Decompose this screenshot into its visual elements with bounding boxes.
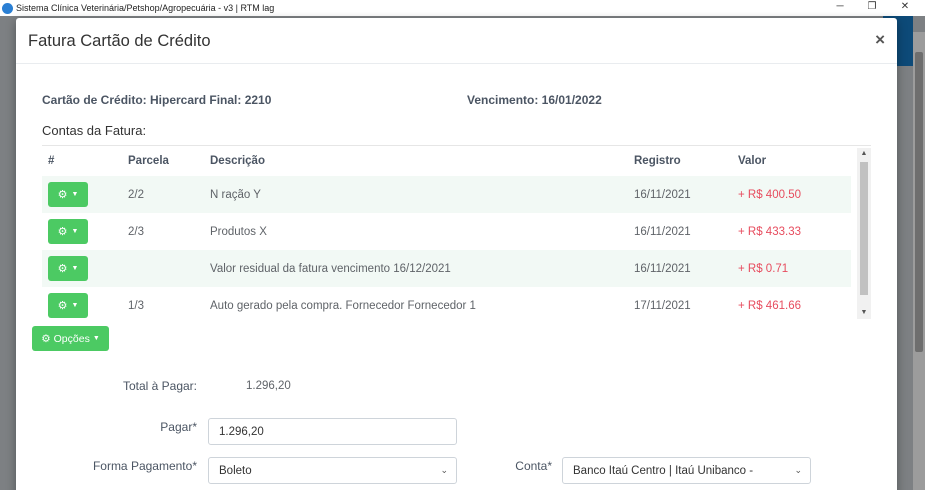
row-actions-cell: ⚙ ▼ — [42, 176, 122, 213]
chevron-down-icon: ⌄ — [440, 465, 448, 475]
total-value: 1.296,20 — [246, 380, 291, 392]
contas-table-wrap: # Parcela Descrição Registro Valor ⚙ ▼ 2/… — [42, 145, 871, 320]
table-scrollbar[interactable]: ▲ ▼ — [857, 148, 871, 319]
row-actions-cell: ⚙ ▼ — [42, 250, 122, 287]
row-action-button[interactable]: ⚙ ▼ — [48, 293, 88, 318]
fatura-modal: Fatura Cartão de Crédito × Cartão de Cré… — [16, 18, 897, 490]
row-parcela: 2/2 — [122, 176, 204, 213]
opcoes-label: Opções — [53, 332, 90, 345]
row-valor: + R$ 0.71 — [732, 250, 851, 287]
row-descricao: N ração Y — [204, 176, 628, 213]
row-descricao: Produtos X — [210, 225, 267, 238]
col-header-registro: Registro — [634, 155, 681, 167]
card-info: Cartão de Crédito: Hipercard Final: 2210 — [42, 93, 272, 107]
restore-button[interactable]: ❐ — [857, 0, 887, 16]
row-registro: 16/11/2021 — [628, 176, 732, 213]
table-row: ⚙ ▼ 2/3 Produtos X 16/11/2021 + R$ 433.33 — [42, 213, 851, 250]
row-parcela: 2/3 — [128, 225, 144, 238]
opcoes-button[interactable]: ⚙ Opções ▼ — [32, 326, 109, 351]
minimize-button[interactable]: ─ — [825, 0, 855, 16]
col-header-descricao: Descrição — [210, 155, 265, 167]
gear-icon: ⚙ — [57, 189, 68, 201]
due-date: Vencimento: 16/01/2022 — [467, 93, 602, 107]
table-row: ⚙ ▼ 2/2 N ração Y 16/11/2021 + R$ 400.50 — [42, 176, 851, 213]
modal-title: Fatura Cartão de Crédito — [28, 32, 211, 50]
table-row: ⚙ ▼ Valor residual da fatura vencimento 1… — [42, 250, 851, 287]
forma-pagamento-select[interactable]: Boleto ⌄ — [208, 457, 457, 484]
row-parcela — [122, 250, 204, 287]
pagar-input[interactable]: 1.296,20 — [208, 418, 457, 445]
caret-down-icon: ▼ — [71, 265, 79, 272]
gear-icon: ⚙ — [57, 226, 68, 238]
os-title-bar: Sistema Clínica Veterinária/Petshop/Agro… — [0, 0, 925, 16]
row-descricao: Valor residual da fatura vencimento 16/1… — [204, 250, 628, 287]
row-parcela: 1/3 — [128, 299, 144, 312]
app-icon — [2, 2, 13, 14]
caret-down-icon: ▼ — [71, 191, 79, 198]
row-registro: 16/11/2021 — [634, 225, 691, 238]
caret-down-icon: ▼ — [71, 228, 79, 235]
scroll-up-arrow-icon[interactable]: ▲ — [857, 148, 871, 160]
contas-table: # Parcela Descrição Registro Valor ⚙ ▼ 2/… — [42, 146, 851, 320]
forma-pagamento-value: Boleto — [219, 464, 252, 477]
gear-icon: ⚙ — [57, 300, 68, 312]
section-label: Contas da Fatura: — [42, 123, 147, 138]
caret-down-icon: ▼ — [71, 302, 79, 309]
caret-down-icon: ▼ — [92, 335, 100, 342]
window-close-button[interactable]: ✕ — [890, 0, 920, 16]
scroll-down-arrow-icon[interactable]: ▼ — [857, 307, 871, 319]
modal-close-button[interactable]: × — [875, 30, 885, 50]
table-scrollbar-thumb[interactable] — [860, 162, 868, 295]
gear-icon: ⚙ — [57, 263, 68, 275]
conta-label: Conta* — [515, 459, 552, 473]
page-scrollbar[interactable] — [913, 32, 925, 490]
row-valor: + R$ 400.50 — [732, 176, 851, 213]
page-scrollbar-thumb[interactable] — [915, 52, 923, 352]
col-header-valor: Valor — [738, 155, 767, 167]
chevron-down-icon: ⌄ — [794, 465, 802, 475]
row-action-button[interactable]: ⚙ ▼ — [48, 182, 88, 207]
modal-header: Fatura Cartão de Crédito × — [16, 18, 897, 64]
row-registro: 17/11/2021 — [634, 299, 691, 312]
row-registro: 16/11/2021 — [628, 250, 732, 287]
row-actions-cell: ⚙ ▼ — [42, 287, 122, 320]
pagar-label: Pagar* — [160, 420, 197, 434]
window-title: Sistema Clínica Veterinária/Petshop/Agro… — [16, 3, 275, 13]
conta-value: Banco Itaú Centro | Itaú Unibanco - — [573, 464, 754, 477]
table-row: ⚙ ▼ 1/3 Auto gerado pela compra. Forneced… — [42, 287, 851, 320]
col-header-number: # — [48, 155, 55, 167]
row-actions-cell: ⚙ ▼ — [42, 213, 122, 250]
conta-select[interactable]: Banco Itaú Centro | Itaú Unibanco - ⌄ — [562, 457, 811, 484]
row-valor: + R$ 461.66 — [738, 299, 801, 312]
row-valor: + R$ 433.33 — [738, 225, 801, 238]
total-label: Total à Pagar: — [122, 379, 197, 393]
col-header-parcela: Parcela — [128, 155, 169, 167]
row-descricao: Auto gerado pela compra. Fornecedor Forn… — [210, 299, 476, 312]
forma-pagamento-label: Forma Pagamento* — [92, 459, 197, 473]
gear-icon: ⚙ — [41, 332, 51, 345]
table-header-row: # Parcela Descrição Registro Valor — [42, 146, 851, 176]
row-action-button[interactable]: ⚙ ▼ — [48, 256, 88, 281]
row-action-button[interactable]: ⚙ ▼ — [48, 219, 88, 244]
